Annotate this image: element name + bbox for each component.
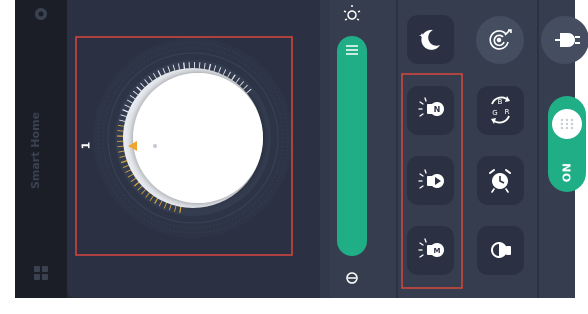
timer-button[interactable] (477, 156, 524, 205)
bulb-play-button[interactable] (407, 156, 454, 205)
bulb-n-button[interactable]: N (407, 86, 454, 135)
power-toggle-label: ON (552, 160, 582, 184)
sidebar-title: Smart Home (15, 105, 55, 195)
svg-text:N: N (434, 105, 441, 114)
target-button[interactable] (476, 16, 524, 64)
svg-text:M: M (434, 247, 441, 255)
svg-text:B: B (498, 98, 503, 106)
svg-text:R: R (505, 108, 510, 116)
dial-marker-label: 1 (79, 141, 93, 149)
sidebar-title-text: Smart Home (28, 111, 42, 189)
rotate-button[interactable]: B R G (477, 86, 524, 135)
bulb-m-button[interactable]: M (407, 226, 454, 275)
dial-indicator (153, 144, 157, 148)
sidebar-pin-icon[interactable] (35, 8, 47, 20)
dial-tick (198, 62, 201, 69)
app-canvas: N M B R G (15, 0, 588, 298)
panel-edge (320, 0, 330, 298)
toggle-knob-grip-icon (560, 118, 574, 130)
dial-knob[interactable] (133, 73, 263, 203)
power-toggle-label-text: ON (560, 162, 574, 182)
dial-tick (117, 130, 124, 132)
smart-home-screen: N M B R G Smart Home 1 ON (0, 0, 588, 314)
svg-text:G: G (492, 109, 497, 117)
moon-button[interactable] (407, 15, 454, 64)
dial-marker: 1 (79, 138, 93, 152)
slider-fill (337, 36, 367, 256)
dial-control[interactable] (93, 38, 293, 238)
bulb-dark-button[interactable] (477, 226, 524, 275)
plug-button[interactable] (541, 16, 588, 64)
